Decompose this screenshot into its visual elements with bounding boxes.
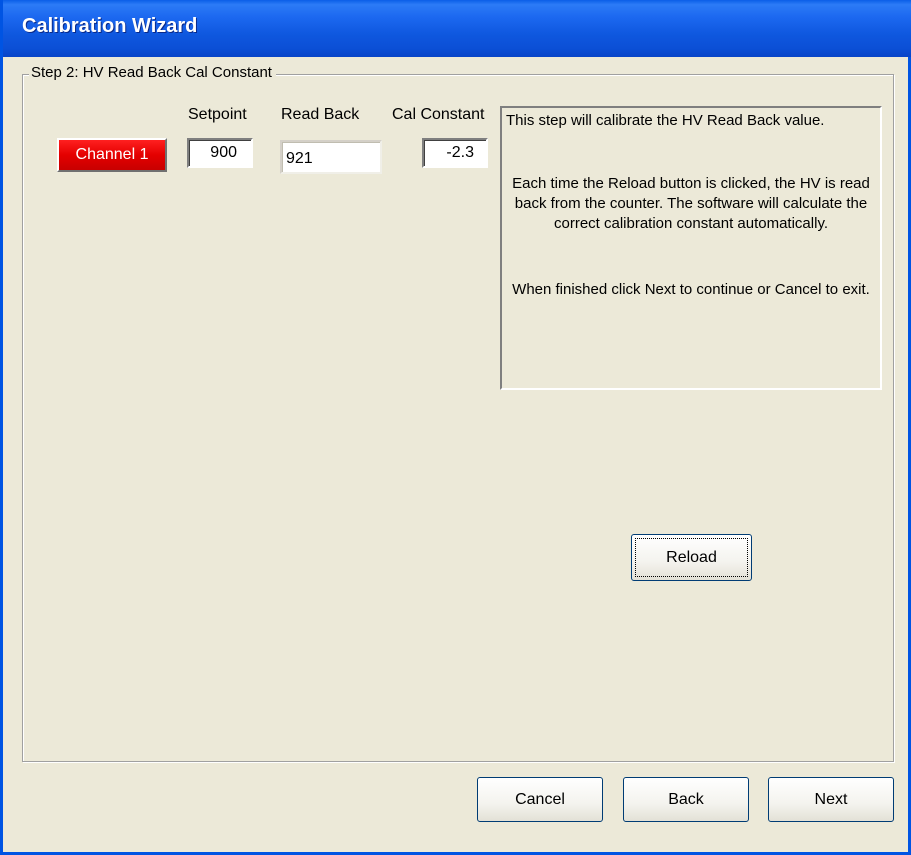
setpoint-header: Setpoint: [188, 106, 247, 123]
step-legend: Step 2: HV Read Back Cal Constant: [29, 64, 276, 81]
read-back-field[interactable]: [280, 140, 382, 174]
info-line-1: This step will calibrate the HV Read Bac…: [506, 112, 825, 129]
back-button[interactable]: Back: [623, 777, 749, 822]
cancel-button[interactable]: Cancel: [477, 777, 603, 822]
window-title: Calibration Wizard: [22, 15, 198, 37]
cal-constant-field[interactable]: [422, 138, 488, 168]
cal-constant-header: Cal Constant: [392, 106, 485, 123]
setpoint-field[interactable]: [187, 138, 253, 168]
info-paragraph-2: Each time the Reload button is clicked, …: [512, 175, 870, 232]
info-paragraph-3: When finished click Next to continue or …: [512, 281, 870, 298]
next-button[interactable]: Next: [768, 777, 894, 822]
calibration-wizard-window: Calibration Wizard Step 2: HV Read Back …: [0, 0, 911, 855]
read-back-header: Read Back: [281, 106, 360, 123]
channel-1-button[interactable]: Channel 1: [57, 138, 167, 172]
reload-focus-ring: [635, 538, 748, 577]
info-panel: This step will calibrate the HV Read Bac…: [500, 106, 882, 390]
reload-button[interactable]: Reload: [631, 534, 752, 581]
title-bar[interactable]: Calibration Wizard: [3, 0, 911, 57]
